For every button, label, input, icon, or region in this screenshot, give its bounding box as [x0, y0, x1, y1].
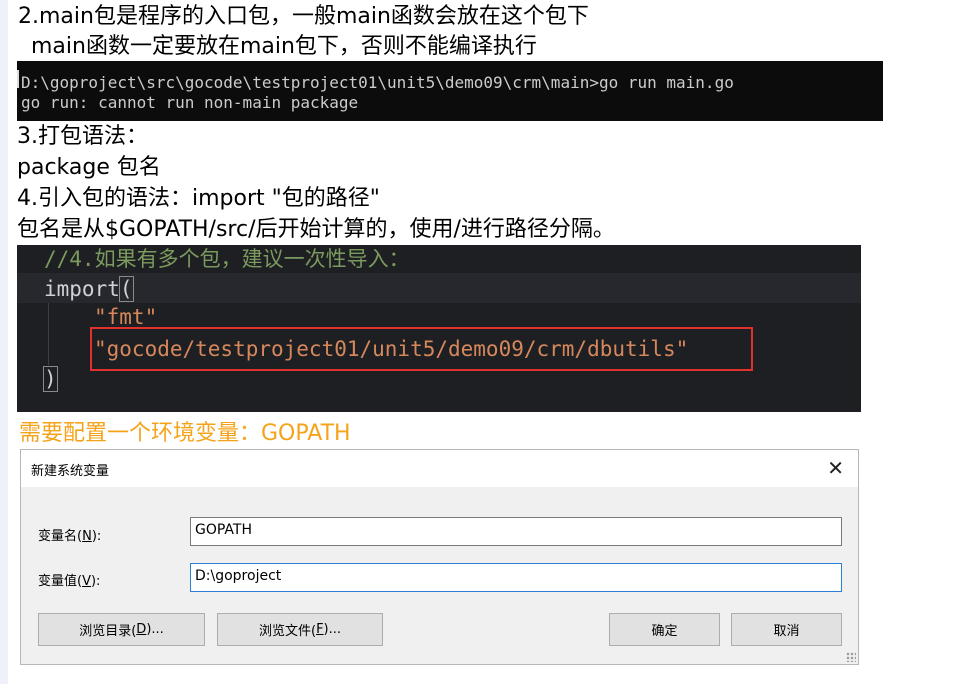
- variable-name-label: 变量名(N):: [38, 529, 102, 544]
- red-highlight-box: [90, 327, 753, 371]
- close-paren: ): [43, 366, 58, 392]
- terminal-command-line: D:\goproject\src\gocode\testproject01\un…: [21, 73, 734, 92]
- note-line-import-syntax: 4.引入包的语法：import "包的路径": [17, 186, 380, 211]
- indent-guide: [48, 303, 49, 365]
- code-comment: //4.如果有多个包，建议一次性导入：: [44, 247, 410, 271]
- browse-directory-button[interactable]: 浏览目录(D)...: [38, 613, 205, 646]
- import-keyword: import: [44, 277, 120, 301]
- left-margin-bar: [0, 0, 8, 684]
- variable-value-label: 变量值(V):: [38, 574, 101, 589]
- code-editor: //4.如果有多个包，建议一次性导入： import( "fmt" "gocod…: [17, 245, 861, 412]
- text-cursor-icon: [17, 70, 19, 88]
- dialog-title: 新建系统变量: [31, 464, 110, 479]
- note-line-env-variable: 需要配置一个环境变量：GOPATH: [19, 421, 351, 446]
- code-close-paren: ): [43, 365, 58, 393]
- terminal-output: D:\goproject\src\gocode\testproject01\un…: [17, 61, 883, 121]
- note-line-package-syntax: 3.打包语法：: [17, 124, 148, 149]
- dialog-titlebar: 新建系统变量 ✕: [21, 450, 858, 487]
- note-line-package-example: package 包名: [17, 155, 161, 180]
- variable-name-input[interactable]: GOPATH: [190, 517, 842, 546]
- open-paren: (: [118, 276, 134, 302]
- close-icon[interactable]: ✕: [827, 456, 844, 480]
- browse-file-button[interactable]: 浏览文件(F)...: [217, 613, 383, 646]
- variable-value-input[interactable]: D:\goproject: [190, 563, 842, 592]
- cancel-button[interactable]: 取消: [731, 613, 842, 646]
- note-line-main-function: main函数一定要放在main包下，否则不能编译执行: [31, 34, 537, 59]
- note-line-main-package: 2.main包是程序的入口包，一般main函数会放在这个包下: [18, 4, 589, 29]
- current-line-highlight: [17, 273, 861, 303]
- note-line-gopath-rule: 包名是从$GOPATH/src/后开始计算的，使用/进行路径分隔。: [17, 217, 615, 242]
- ok-button[interactable]: 确定: [609, 613, 720, 646]
- code-import-line: import(: [44, 275, 134, 303]
- terminal-error-line: go run: cannot run non-main package: [21, 93, 359, 112]
- new-system-variable-dialog: 新建系统变量 ✕ 变量名(N): GOPATH 变量值(V): D:\gopro…: [20, 449, 859, 665]
- resize-grip-icon[interactable]: [846, 652, 856, 662]
